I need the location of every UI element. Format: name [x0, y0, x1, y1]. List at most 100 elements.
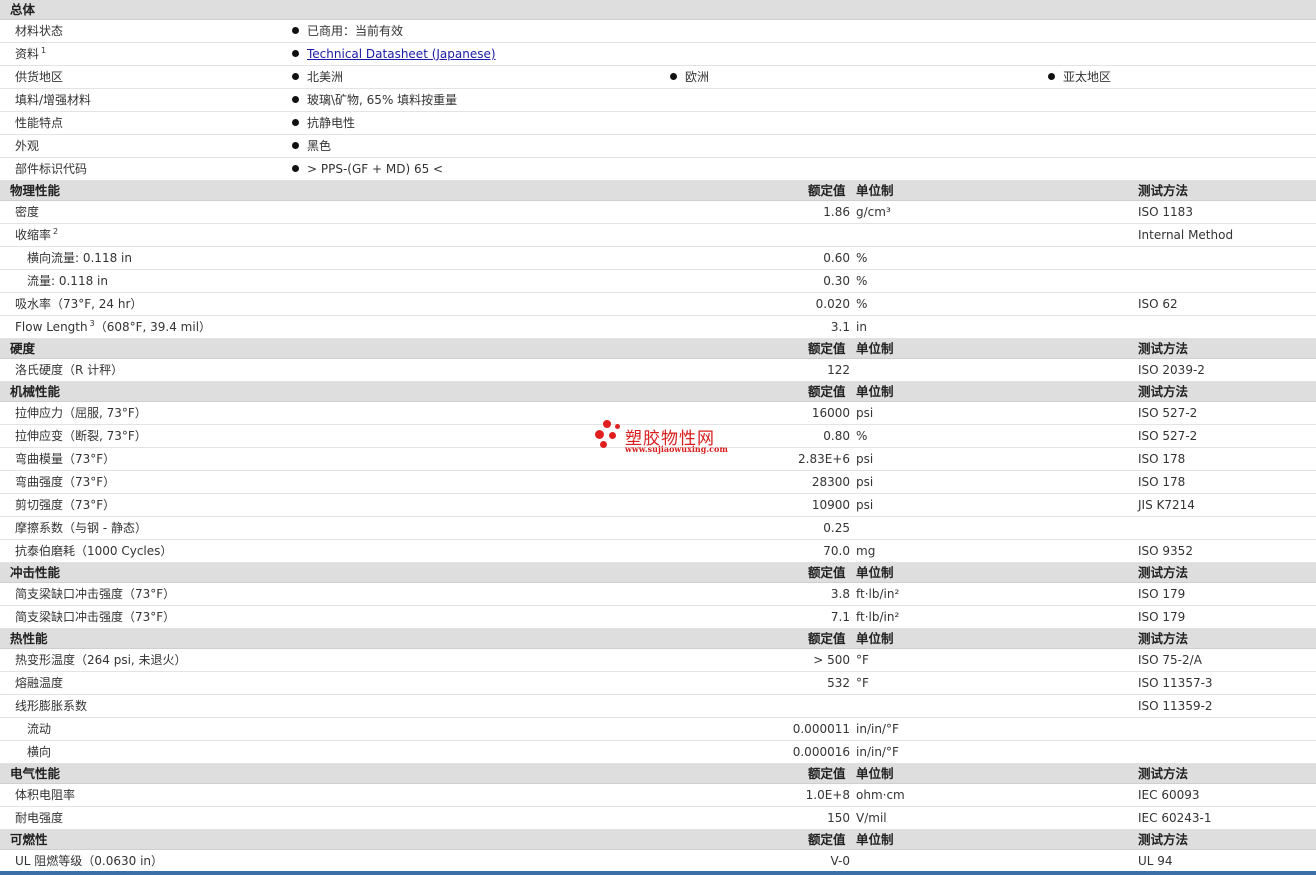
property-unit: psi [856, 498, 874, 512]
property-unit: in/in/°F [856, 745, 899, 759]
test-method: ISO 9352 [1138, 544, 1193, 558]
header-unit: 单位制 [856, 384, 894, 399]
property-unit: psi [856, 475, 874, 489]
general-item: 已商用：当前有效 [292, 20, 403, 43]
test-method: ISO 75-2/A [1138, 653, 1202, 667]
property-value: 0.25 [823, 521, 850, 535]
property-unit: °F [856, 676, 869, 690]
section-title: 硬度 [10, 341, 36, 356]
property-value: 3.1 [830, 320, 850, 334]
property-label: 拉伸应力（屈服, 73°F） [15, 402, 147, 425]
general-item-text: 北美洲 [307, 70, 344, 84]
section-title: 物理性能 [10, 183, 61, 198]
property-label: 填料/增强材料 [15, 89, 91, 112]
property-label-text: 拉伸应变（断裂, 73°F） [15, 429, 147, 443]
property-row: 收缩率 2 Internal Method [0, 224, 1316, 247]
property-label-text: 抗泰伯磨耗（1000 Cycles） [15, 544, 173, 558]
test-method: ISO 179 [1138, 610, 1186, 624]
footnote-marker: 1 [41, 46, 47, 55]
section-title: 总体 [10, 2, 36, 17]
property-value: 70.0 [823, 544, 850, 558]
property-unit: ft·lb/in² [856, 610, 900, 624]
property-unit: % [856, 297, 868, 311]
bullet-icon [292, 96, 299, 103]
bullet-icon [1048, 73, 1055, 80]
property-label: UL 阻燃等级（0.0630 in） [15, 850, 163, 873]
header-value: 额定值 [808, 832, 846, 847]
header-value: 额定值 [808, 183, 846, 198]
property-unit: °F [856, 653, 869, 667]
property-row: 线形膨胀系数 ISO 11359-2 [0, 695, 1316, 718]
property-label-text: 摩擦系数（与钢 - 静态） [15, 521, 147, 535]
property-label: 摩擦系数（与钢 - 静态） [15, 517, 147, 540]
property-label: 供货地区 [15, 66, 63, 89]
property-label-text: 体积电阻率 [15, 788, 76, 802]
header-method: 测试方法 [1138, 631, 1189, 646]
property-label: 简支梁缺口冲击强度（73°F） [15, 606, 175, 629]
general-item-text: 黑色 [307, 139, 332, 153]
property-value: 10900 [811, 498, 850, 512]
property-label-text: 简支梁缺口冲击强度（73°F） [15, 587, 176, 601]
property-label: 洛氏硬度（R 计秤） [15, 359, 123, 382]
property-label: 横向流量: 0.118 in [27, 247, 132, 270]
section-header: 物理性能 额定值 单位制 测试方法 [0, 181, 1316, 201]
property-value: V-0 [830, 854, 850, 868]
header-unit: 单位制 [856, 183, 894, 198]
general-item-text: 玻璃\矿物, 65% 填料按重量 [307, 93, 458, 107]
property-value: 0.60 [823, 251, 850, 265]
general-row: 部件标识代码 > PPS-(GF + MD) 65 < [0, 158, 1316, 181]
property-row: 耐电强度 150 V/mil IEC 60243-1 [0, 807, 1316, 830]
property-row: 摩擦系数（与钢 - 静态） 0.25 [0, 517, 1316, 540]
property-label: 外观 [15, 135, 39, 158]
bottom-scrollbar[interactable] [0, 871, 1316, 875]
header-method: 测试方法 [1138, 183, 1189, 198]
property-value: 122 [827, 363, 850, 377]
property-label-text: 剪切强度（73°F） [15, 498, 116, 512]
property-label: 耐电强度 [15, 807, 63, 830]
property-label-text: 材料状态 [15, 24, 64, 38]
bullet-icon [292, 119, 299, 126]
property-label: 吸水率（73°F, 24 hr） [15, 293, 142, 316]
property-value: > 500 [813, 653, 850, 667]
property-row: 流量: 0.118 in 0.30% [0, 270, 1316, 293]
test-method: ISO 11357-3 [1138, 676, 1213, 690]
general-item: 亚太地区 [1048, 66, 1111, 89]
property-value: 3.8 [830, 587, 850, 601]
general-item-text: 已商用：当前有效 [307, 24, 404, 38]
property-label-text: 流动 [27, 722, 52, 736]
property-row: 简支梁缺口冲击强度（73°F） 7.1 ft·lb/in² ISO 179 [0, 606, 1316, 629]
property-label-text: 熔融温度 [15, 676, 64, 690]
header-method: 测试方法 [1138, 341, 1189, 356]
property-row: 热变形温度（264 psi, 未退火） > 500 °F ISO 75-2/A [0, 649, 1316, 672]
general-item: 欧洲 [670, 66, 709, 89]
test-method: JIS K7214 [1138, 498, 1195, 512]
property-label-text: Flow Length [15, 320, 88, 334]
property-label-text: 填料/增强材料 [15, 93, 92, 107]
property-unit: in/in/°F [856, 722, 899, 736]
test-method: UL 94 [1138, 854, 1173, 868]
header-value: 额定值 [808, 341, 846, 356]
property-label-text: 弯曲模量（73°F） [15, 452, 116, 466]
property-label-text: 耐电强度 [15, 811, 64, 825]
property-label: 剪切强度（73°F） [15, 494, 115, 517]
general-row: 资料 1 Technical Datasheet (Japanese) [0, 43, 1316, 66]
property-label-text: 收缩率 [15, 228, 52, 242]
property-value: 1.0E+8 [805, 788, 850, 802]
property-label: 横向 [27, 741, 51, 764]
general-row: 供货地区 北美洲 欧洲 亚太地区 [0, 66, 1316, 89]
property-row: UL 阻燃等级（0.0630 in） V-0 UL 94 [0, 850, 1316, 873]
test-method: ISO 178 [1138, 452, 1186, 466]
property-value: 532 [827, 676, 850, 690]
general-item-text: > PPS-(GF + MD) 65 < [307, 162, 444, 176]
property-value: 28300 [811, 475, 850, 489]
bullet-icon [292, 165, 299, 172]
general-item: 北美洲 [292, 66, 343, 89]
property-value: 0.000016 [792, 745, 850, 759]
property-row: 洛氏硬度（R 计秤） 122 ISO 2039-2 [0, 359, 1316, 382]
property-label: 抗泰伯磨耗（1000 Cycles） [15, 540, 172, 563]
bullet-icon [670, 73, 677, 80]
general-item: 玻璃\矿物, 65% 填料按重量 [292, 89, 457, 112]
header-unit: 单位制 [856, 766, 894, 781]
general-row: 外观 黑色 [0, 135, 1316, 158]
datasheet-link[interactable]: Technical Datasheet (Japanese) [307, 47, 496, 61]
